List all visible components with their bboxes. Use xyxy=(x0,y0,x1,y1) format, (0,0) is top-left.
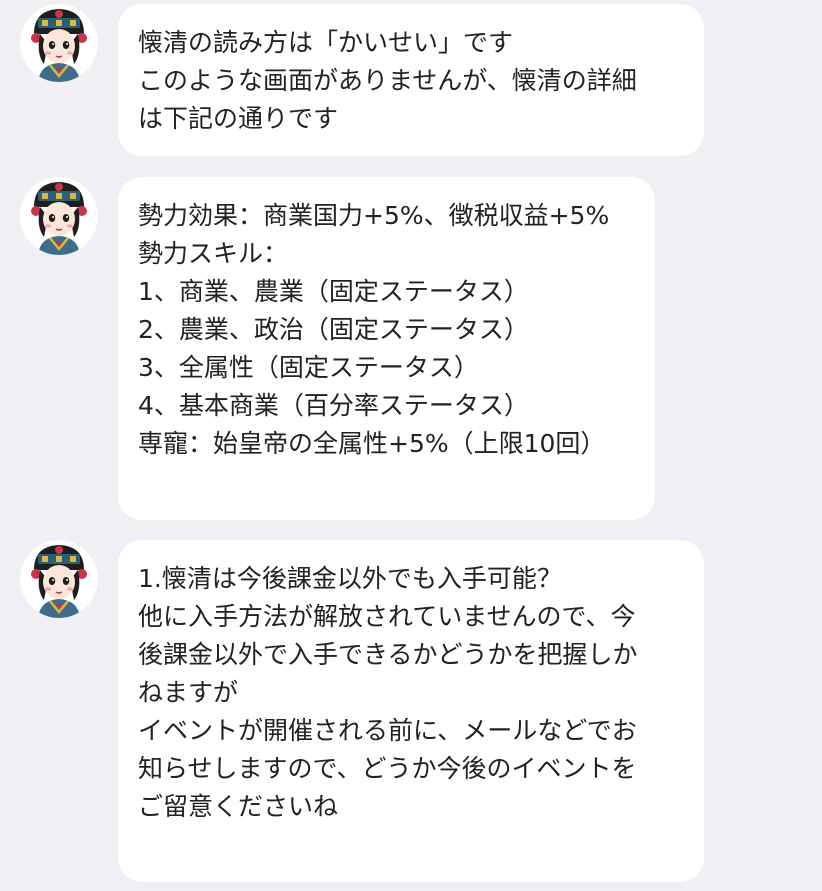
empress-avatar-icon xyxy=(29,7,89,82)
empress-avatar-icon xyxy=(29,180,89,255)
message-text-line: 専寵：始皇帝の全属性+5%（上限10回） xyxy=(138,429,606,458)
sender-avatar[interactable] xyxy=(20,177,98,255)
message-text-line: 1.懐清は今後課金以外でも入手可能？ xyxy=(138,564,562,593)
message-bubble: 1.懐清は今後課金以外でも入手可能？ 他に入手方法が解放されていませんので、今 … xyxy=(118,540,704,882)
message-text-line: 1、商業、農業（固定ステータス） xyxy=(138,277,529,306)
message-text-line: イベントが開催される前に、メールなどでお xyxy=(138,716,637,745)
message-text-line: 2、農業、政治（固定ステータス） xyxy=(138,315,529,344)
message-text-line: は下記の通りです xyxy=(138,104,339,133)
message-text-line: 4、基本商業（百分率ステータス） xyxy=(138,391,529,420)
message-text-line: 勢力スキル： xyxy=(138,239,289,268)
sender-avatar[interactable] xyxy=(20,4,98,82)
empress-avatar-icon xyxy=(29,543,89,618)
message-text-line: 他に入手方法が解放されていませんので、今 xyxy=(138,602,636,631)
message-text-line: 知らせしますので、どうか今後のイベントを xyxy=(138,754,637,783)
message-text-line: 勢力効果：商業国力+5%、徴税収益+5% xyxy=(138,201,610,230)
message-text-line: ご留意くださいね xyxy=(138,792,339,821)
sender-avatar[interactable] xyxy=(20,540,98,618)
message-bubble: 懐清の読み方は「かいせい」です このような画面がありませんが、懐清の詳細 は下記… xyxy=(118,4,704,156)
message-text-line: 後課金以外で入手できるかどうかを把握しか xyxy=(138,640,638,669)
message-text-line: ねますが xyxy=(138,678,239,707)
message-text-line: このような画面がありませんが、懐清の詳細 xyxy=(138,66,637,95)
message-text-line: 3、全属性（固定ステータス） xyxy=(138,353,479,382)
message-text-line: 懐清の読み方は「かいせい」です xyxy=(138,28,514,57)
message-bubble: 勢力効果：商業国力+5%、徴税収益+5% 勢力スキル： 1、商業、農業（固定ステ… xyxy=(118,177,655,520)
